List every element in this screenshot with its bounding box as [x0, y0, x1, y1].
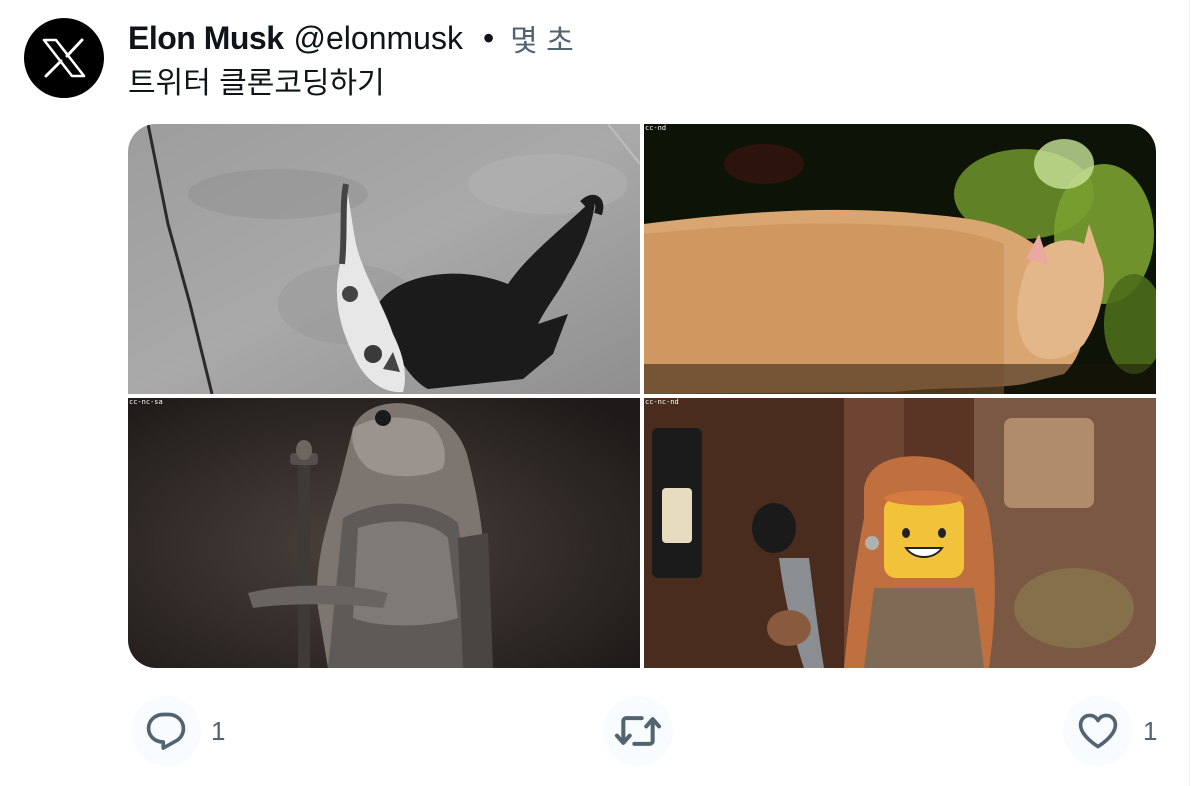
scroll-edge — [1189, 0, 1202, 786]
media-photo-4[interactable]: cc-nc-nd — [644, 398, 1156, 668]
heart-icon — [1078, 713, 1118, 749]
lego-minifigure-photo — [644, 398, 1156, 668]
timestamp[interactable]: 몇 초 — [510, 16, 574, 60]
orange-kitten-photo — [644, 124, 1156, 394]
cat-shadow-photo — [128, 124, 640, 394]
license-label: cc-nc-nd — [645, 398, 679, 406]
tweet[interactable]: Elon Musk @elonmusk • 몇 초 트위터 클론코딩하기 cc-… — [0, 0, 1202, 786]
media-grid: cc-nd cc-nc-sa cc-nc-nd — [128, 124, 1156, 668]
tweet-header: Elon Musk @elonmusk • 몇 초 — [128, 16, 574, 60]
author-name[interactable]: Elon Musk — [128, 20, 284, 57]
media-photo-3[interactable]: cc-nc-sa — [128, 398, 640, 668]
like-icon-wrap[interactable] — [1063, 696, 1133, 766]
media-photo-1[interactable] — [128, 124, 640, 394]
license-label: cc-nd — [645, 124, 667, 132]
avatar[interactable] — [24, 18, 104, 98]
tweet-text: 트위터 클론코딩하기 — [128, 67, 385, 100]
author-handle[interactable]: @elonmusk — [294, 20, 463, 57]
like-button[interactable]: 1 — [1063, 696, 1157, 766]
license-label: cc-nc-sa — [129, 398, 163, 406]
reply-count: 1 — [211, 715, 226, 746]
reply-icon — [146, 712, 186, 750]
x-logo-icon — [42, 38, 86, 78]
knight-kitten-photo — [128, 398, 640, 668]
retweet-icon — [614, 716, 662, 746]
retweet-icon-wrap[interactable] — [603, 696, 673, 766]
media-photo-2[interactable]: cc-nd — [644, 124, 1156, 394]
retweet-button[interactable] — [603, 696, 683, 766]
separator-dot: • — [482, 19, 495, 56]
tweet-actions: 1 1 — [0, 696, 1202, 766]
reply-button[interactable]: 1 — [131, 696, 225, 766]
like-count: 1 — [1143, 715, 1158, 746]
reply-icon-wrap[interactable] — [131, 696, 201, 766]
